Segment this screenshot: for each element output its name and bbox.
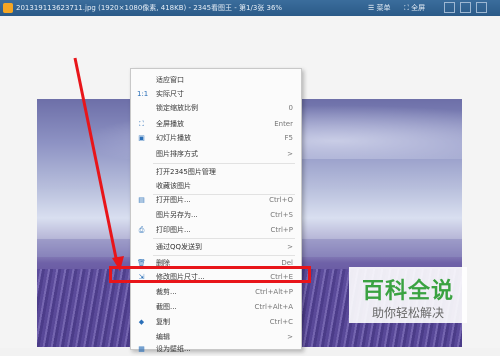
watermark-subtitle: 助你轻松解决 — [371, 306, 444, 320]
watermark-title: 百科全说 — [361, 279, 454, 304]
watermark: 百科全说 助你轻松解决 — [349, 267, 467, 323]
